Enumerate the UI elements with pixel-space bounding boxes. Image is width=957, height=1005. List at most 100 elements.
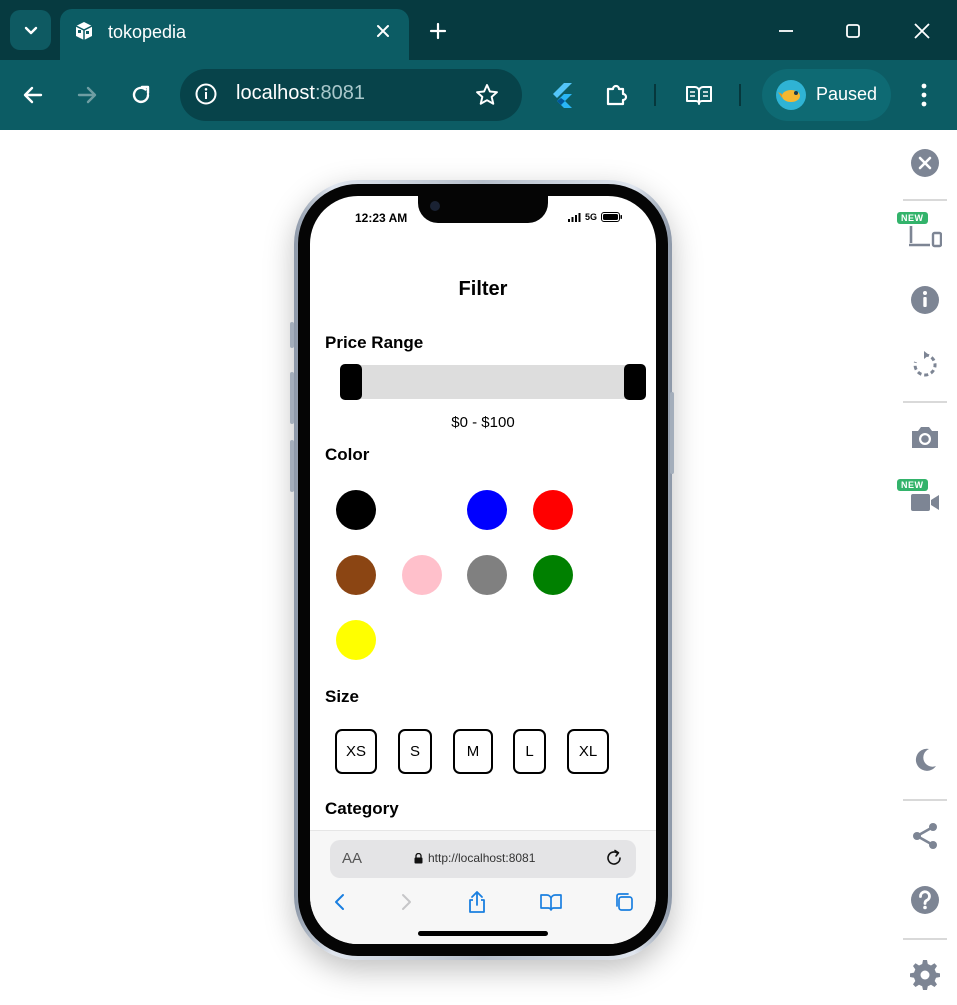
url-port: :8081 xyxy=(314,82,365,104)
site-info-icon[interactable] xyxy=(194,82,218,106)
price-max-handle[interactable] xyxy=(624,364,646,400)
address-bar[interactable]: localhost:8081 xyxy=(180,69,522,121)
color-swatch[interactable] xyxy=(336,620,376,660)
screenshot-button[interactable] xyxy=(908,420,942,454)
new-badge: NEW xyxy=(897,212,928,224)
tab-strip: tokopedia xyxy=(0,0,957,62)
safari-address-field[interactable]: AA http://localhost:8081 xyxy=(330,840,636,878)
flutter-extension-button[interactable] xyxy=(547,80,577,110)
tabs-icon xyxy=(616,893,633,911)
rotate-button[interactable] xyxy=(908,348,942,382)
window-close-button[interactable] xyxy=(909,18,935,44)
status-time: 12:23 AM xyxy=(355,211,408,225)
camera-icon xyxy=(912,427,938,448)
phone-notch xyxy=(418,196,548,223)
close-panel-button[interactable] xyxy=(908,146,942,180)
flutter-icon xyxy=(553,83,572,108)
plus-icon xyxy=(429,22,447,40)
profile-button[interactable]: Paused xyxy=(762,69,891,121)
kebab-menu-icon xyxy=(921,83,927,107)
share-button[interactable] xyxy=(908,819,942,853)
color-swatch[interactable] xyxy=(532,490,573,530)
minimize-button[interactable] xyxy=(773,18,799,44)
tab-close-button[interactable] xyxy=(371,19,395,43)
reload-icon xyxy=(132,85,150,104)
toolbar-divider xyxy=(654,84,656,106)
reading-mode-button[interactable] xyxy=(684,80,714,110)
arrow-left-icon xyxy=(23,86,43,104)
size-label: Size xyxy=(325,687,360,706)
settings-button[interactable] xyxy=(908,958,942,992)
browser-menu-button[interactable] xyxy=(910,80,938,110)
puzzle-icon xyxy=(606,84,628,106)
color-swatch[interactable] xyxy=(532,555,573,595)
book-icon xyxy=(540,894,562,911)
panel-divider xyxy=(903,799,947,801)
toolbar-divider xyxy=(739,84,741,106)
phone-screen: 12:23 AM 5G Filter Price Range $0 - $100… xyxy=(310,196,656,944)
help-icon xyxy=(911,886,939,914)
size-option-s[interactable]: S xyxy=(398,729,432,774)
color-swatch[interactable] xyxy=(467,555,507,595)
video-camera-icon xyxy=(911,494,939,511)
share-icon xyxy=(469,891,485,913)
new-tab-button[interactable] xyxy=(425,18,451,44)
price-range-slider[interactable] xyxy=(350,365,637,399)
size-option-xs[interactable]: XS xyxy=(335,729,377,774)
reload-button[interactable] xyxy=(127,81,155,109)
url-host: localhost xyxy=(236,82,315,104)
extensions-button[interactable] xyxy=(601,80,631,110)
status-indicators: 5G xyxy=(568,211,623,223)
front-camera xyxy=(430,201,440,211)
close-circle-icon xyxy=(911,149,939,177)
safari-share-button[interactable] xyxy=(464,889,490,915)
phone-silent-switch xyxy=(290,322,294,348)
panel-divider xyxy=(903,938,947,940)
network-type: 5G xyxy=(585,212,598,222)
chevron-down-icon xyxy=(24,26,37,35)
help-button[interactable] xyxy=(908,883,942,917)
book-icon xyxy=(686,86,712,105)
page-title: Filter xyxy=(458,278,508,300)
color-swatch[interactable] xyxy=(336,555,376,595)
tokopedia-favicon-icon xyxy=(75,22,93,40)
color-swatch[interactable] xyxy=(336,490,376,530)
share-icon xyxy=(913,823,937,849)
safari-bookmarks-button[interactable] xyxy=(538,889,564,915)
category-label: Category xyxy=(325,799,399,818)
price-min-handle[interactable] xyxy=(340,364,362,400)
bookmark-star-icon[interactable] xyxy=(474,82,500,108)
phone-volume-down xyxy=(290,440,294,492)
info-button[interactable] xyxy=(908,283,942,317)
safari-text-size-button[interactable]: AA xyxy=(342,850,362,867)
active-tab[interactable]: tokopedia xyxy=(60,9,409,62)
safari-forward-button[interactable] xyxy=(393,889,419,915)
safari-back-button[interactable] xyxy=(327,889,353,915)
color-swatch[interactable] xyxy=(401,490,442,530)
chevron-left-icon xyxy=(335,894,344,910)
size-option-l[interactable]: L xyxy=(513,729,546,774)
home-indicator xyxy=(418,931,548,936)
safari-tabs-button[interactable] xyxy=(611,889,637,915)
back-button[interactable] xyxy=(19,81,47,109)
forward-button[interactable] xyxy=(73,81,101,109)
reload-icon[interactable] xyxy=(604,848,624,868)
signal-icon xyxy=(568,212,581,222)
tab-search-button[interactable] xyxy=(10,10,51,50)
size-option-m[interactable]: M xyxy=(453,729,493,774)
close-icon xyxy=(377,25,389,37)
minimize-icon xyxy=(779,30,793,32)
phone-power-button xyxy=(670,392,674,474)
size-option-xl[interactable]: XL xyxy=(567,729,609,774)
color-swatch[interactable] xyxy=(401,555,442,595)
maximize-icon xyxy=(846,24,860,38)
info-icon xyxy=(911,286,939,314)
price-range-label: Price Range xyxy=(325,333,424,352)
browser-toolbar: localhost:8081 Paused xyxy=(0,60,957,130)
color-swatch[interactable] xyxy=(467,490,507,530)
safari-bottom-bar: AA http://localhost:8081 xyxy=(310,830,656,944)
rotate-icon xyxy=(913,351,937,377)
dark-mode-button[interactable] xyxy=(908,743,942,777)
maximize-button[interactable] xyxy=(840,18,866,44)
panel-divider xyxy=(903,401,947,403)
